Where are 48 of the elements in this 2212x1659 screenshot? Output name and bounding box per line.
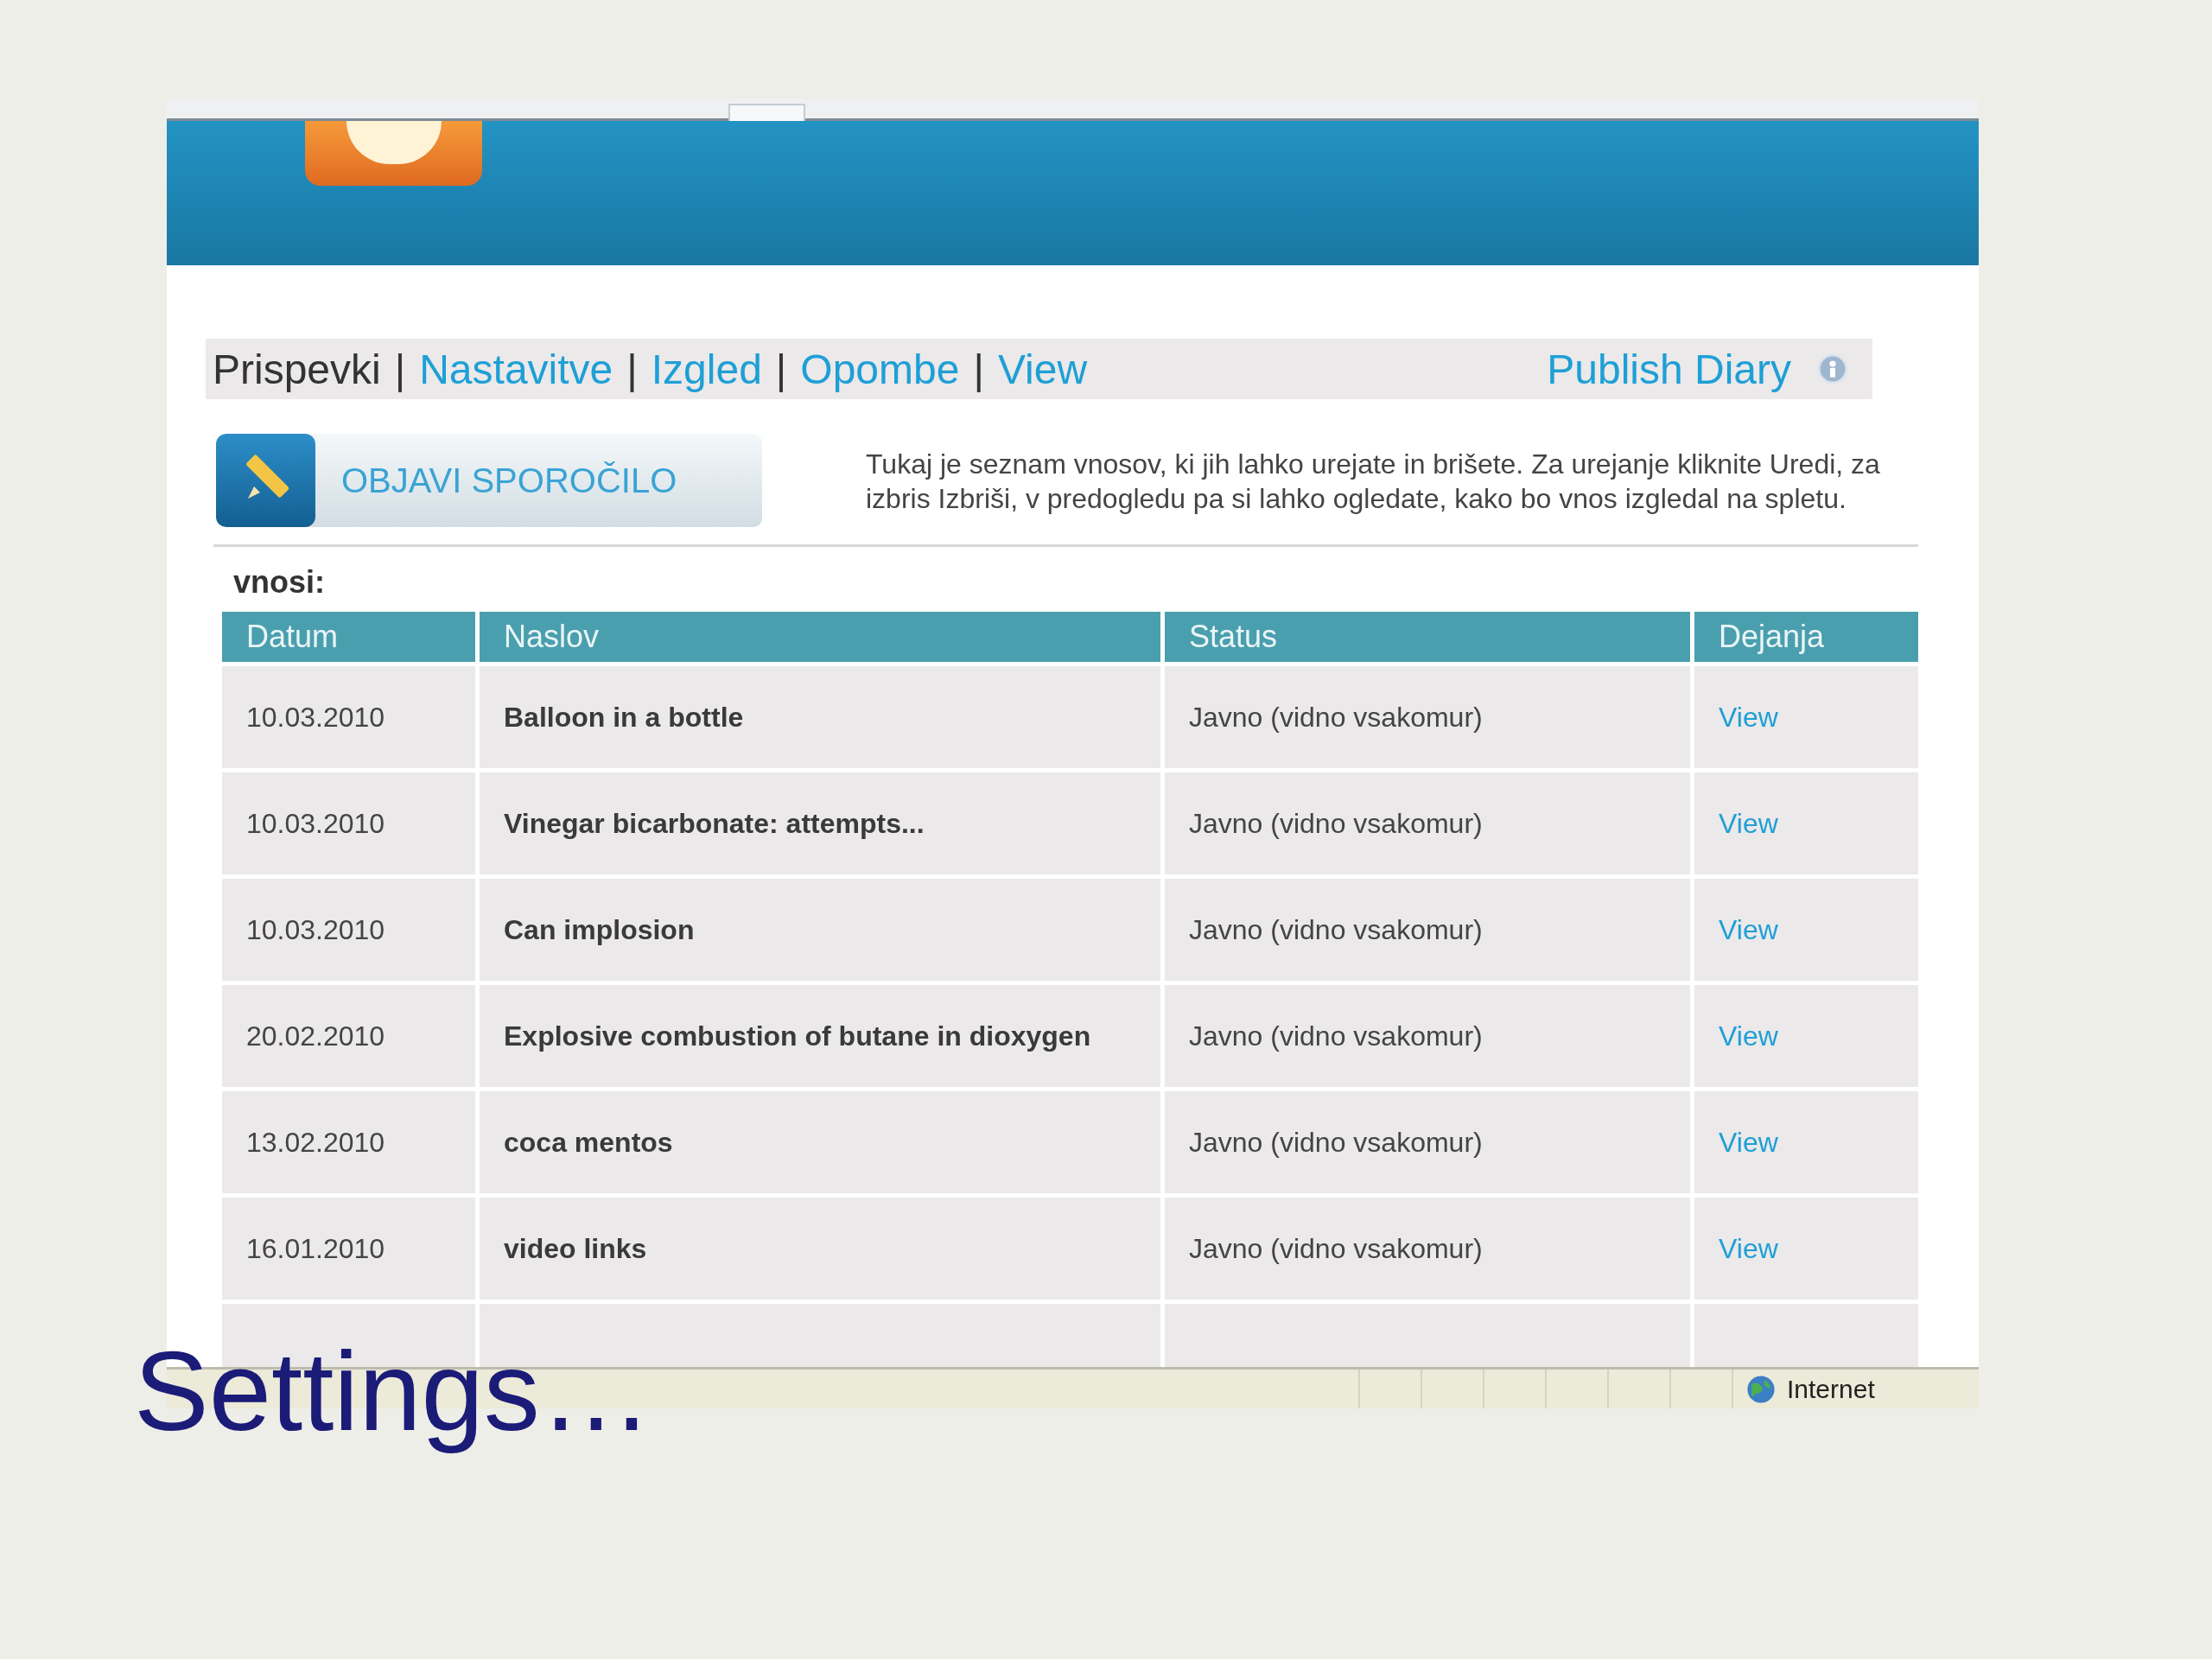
title-cell: coca mentos: [480, 1091, 1160, 1193]
description-text: Tukaj je seznam vnosov, ki jih lahko urejate in brišete. Za urejanje kliknite Uredi, za izbris Izbriši, v predogledu pa si lahko ogledate, kako bo vnos izgledal na spletu.: [866, 448, 1881, 516]
section-label: vnosi:: [233, 564, 326, 601]
zone-label: Internet: [1787, 1374, 1875, 1404]
title-cell: Explosive combustion of butane in dioxygen: [480, 985, 1160, 1087]
column-header: Dejanja: [1694, 612, 1918, 662]
title-cell: Can implosion: [480, 879, 1160, 981]
status-cell: Javno (vidno vsakomur): [1165, 1198, 1690, 1300]
nav-separator: |: [394, 345, 406, 393]
nav-separator: |: [626, 345, 638, 393]
status-cell: Javno (vidno vsakomur): [1165, 1091, 1690, 1193]
logo-icon: [305, 121, 482, 186]
status-cell: Javno (vidno vsakomur): [1165, 666, 1690, 768]
column-header: Datum: [222, 612, 475, 662]
date-cell: 10.03.2010: [222, 772, 475, 874]
date-cell: 10.03.2010: [222, 666, 475, 768]
nav-separator: |: [775, 345, 787, 393]
view-link[interactable]: View: [1719, 1020, 1778, 1052]
globe-icon: [1745, 1373, 1777, 1405]
view-link[interactable]: View: [1719, 1126, 1778, 1158]
title-cell: Balloon in a bottle: [480, 666, 1160, 768]
column-header: Naslov: [480, 612, 1160, 662]
title-cell: Vinegar bicarbonate: attempts...: [480, 772, 1160, 874]
browser-tab[interactable]: [728, 104, 805, 123]
status-cell: Javno (vidno vsakomur): [1165, 985, 1690, 1087]
nav-link[interactable]: View: [997, 345, 1088, 393]
date-cell: 10.03.2010: [222, 879, 475, 981]
publish-diary-link[interactable]: Publish Diary: [1547, 345, 1791, 393]
view-link[interactable]: View: [1719, 913, 1778, 945]
pencil-icon: [216, 434, 315, 527]
help-icon[interactable]: [1817, 353, 1848, 385]
nav-link[interactable]: Izgled: [651, 345, 762, 393]
view-link[interactable]: View: [1719, 807, 1778, 839]
status-cell: Javno (vidno vsakomur): [1165, 879, 1690, 981]
date-cell: 13.02.2010: [222, 1091, 475, 1193]
view-link[interactable]: View: [1719, 1232, 1778, 1264]
nav-separator: |: [973, 345, 984, 393]
column-header: Status: [1165, 612, 1690, 662]
status-cell: Javno (vidno vsakomur): [1165, 772, 1690, 874]
nav-link[interactable]: Nastavitve: [419, 345, 613, 393]
date-cell: 16.01.2010: [222, 1198, 475, 1300]
title-cell: video links: [480, 1198, 1160, 1300]
post-message-button[interactable]: OBJAVI SPOROČILO: [216, 434, 762, 527]
date-cell: 20.02.2010: [222, 985, 475, 1087]
slide-caption: Settings…: [134, 1327, 652, 1456]
nav-link[interactable]: Opombe: [800, 345, 960, 393]
view-link[interactable]: View: [1719, 701, 1778, 733]
nav-link[interactable]: Prispevki: [213, 345, 381, 393]
